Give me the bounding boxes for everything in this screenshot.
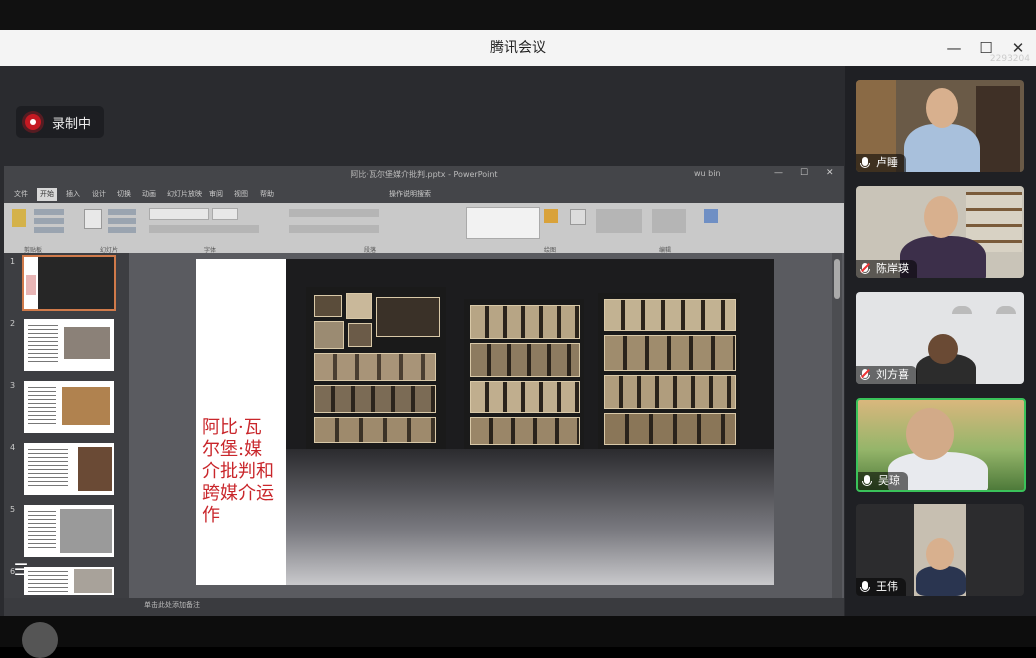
ppt-maximize-button[interactable]: ☐: [800, 168, 808, 178]
slide-number: 1: [10, 257, 16, 266]
ppt-user-name: wu bin: [694, 169, 721, 178]
participants-panel: 2293204 卢睡 陈岸瑛 刘方喜 吴琼 王伟: [845, 54, 1036, 616]
slide-number: 2: [10, 319, 16, 328]
participant-name: 陈岸瑛: [856, 260, 917, 278]
slide-thumbnail-5[interactable]: [24, 505, 114, 557]
ppt-minimize-button[interactable]: —: [774, 168, 783, 178]
floating-control-button[interactable]: [22, 622, 58, 658]
mic-icon[interactable]: [860, 581, 870, 592]
slide-thumbnail-6[interactable]: [24, 567, 114, 595]
tab-home[interactable]: 开始: [37, 188, 57, 201]
mic-muted-icon[interactable]: [860, 369, 870, 380]
slide-number: 3: [10, 381, 16, 390]
exhibition-photo: [286, 259, 774, 585]
copy-icon[interactable]: [34, 218, 64, 224]
top-black-bar: [0, 0, 1036, 30]
recording-label: 录制中: [52, 117, 92, 132]
tab-file[interactable]: 文件: [14, 189, 28, 199]
save-to-cloud-icon[interactable]: [704, 209, 718, 223]
mic-icon[interactable]: [860, 157, 870, 168]
title-bar: 腾讯会议 — ☐ ✕: [0, 30, 1036, 67]
tell-me-search[interactable]: 操作说明搜索: [389, 189, 431, 199]
paste-icon[interactable]: [12, 209, 26, 227]
slide-thumbnail-1[interactable]: [22, 255, 116, 311]
editing-buttons[interactable]: [652, 209, 686, 233]
section-icon[interactable]: [108, 227, 136, 233]
session-id: 2293204: [989, 54, 1030, 64]
record-icon: [25, 114, 41, 130]
participant-tile-5[interactable]: 王伟: [856, 504, 1024, 596]
participant-tile-1[interactable]: 卢睡: [856, 80, 1024, 172]
tab-slideshow[interactable]: 幻灯片放映: [167, 189, 202, 199]
participant-tile-3[interactable]: 刘方喜: [856, 292, 1024, 384]
cut-icon[interactable]: [34, 209, 64, 215]
shared-screen-area: 录制中 阿比·瓦尔堡媒介批判.pptx - PowerPoint wu bin …: [0, 66, 845, 616]
app-title: 腾讯会议: [490, 40, 546, 56]
font-format-buttons[interactable]: [149, 225, 259, 233]
shapes-gallery[interactable]: [466, 207, 540, 239]
photo-panel-left: [306, 287, 446, 449]
format-painter-icon[interactable]: [34, 227, 64, 233]
tab-view[interactable]: 视图: [234, 189, 248, 199]
participant-name: 王伟: [856, 578, 906, 596]
font-name-select[interactable]: [149, 208, 209, 220]
scrollbar-thumb[interactable]: [834, 259, 840, 299]
ppt-notes-bar: 单击此处添加备注: [4, 598, 844, 616]
layout-icon[interactable]: [108, 209, 136, 215]
mic-muted-icon[interactable]: [860, 263, 870, 274]
new-slide-icon[interactable]: [84, 209, 102, 229]
photo-panel-right: [598, 293, 740, 449]
powerpoint-window: 阿比·瓦尔堡媒介批判.pptx - PowerPoint wu bin — ☐ …: [4, 166, 844, 616]
minimize-button[interactable]: —: [940, 34, 968, 62]
tab-transitions[interactable]: 切换: [117, 189, 131, 199]
tab-review[interactable]: 审阅: [209, 189, 223, 199]
reset-icon[interactable]: [108, 218, 136, 224]
participant-name: 吴琼: [858, 472, 908, 490]
slide-number: 5: [10, 505, 16, 514]
participant-name: 卢睡: [856, 154, 906, 172]
ppt-ribbon-tabs: 文件 开始 插入 设计 切换 动画 幻灯片放映 审阅 视图 帮助 操作说明搜索: [4, 186, 844, 203]
arrange-icon[interactable]: [544, 209, 558, 223]
recording-indicator[interactable]: 录制中: [16, 106, 104, 138]
slide-thumbnail-3[interactable]: [24, 381, 114, 433]
slide-title: 阿比·瓦尔堡:媒介批判和跨媒介运作: [202, 417, 274, 526]
font-size-select[interactable]: [212, 208, 238, 220]
slide-thumbnails-pane: 1 2 3 4 5 6: [4, 253, 129, 598]
participant-tile-4-active-speaker[interactable]: 吴琼: [856, 398, 1026, 492]
tab-animations[interactable]: 动画: [142, 189, 156, 199]
quick-styles-icon[interactable]: [570, 209, 586, 225]
paragraph-buttons[interactable]: [289, 209, 379, 217]
participant-tile-2[interactable]: 陈岸瑛: [856, 186, 1024, 278]
mic-icon[interactable]: [862, 475, 872, 486]
ppt-ribbon: 剪贴板 幻灯片 字体 段落 绘图 编辑: [4, 203, 844, 254]
slide-number: 4: [10, 443, 16, 452]
alignment-buttons[interactable]: [289, 225, 379, 233]
notes-placeholder[interactable]: 单击此处添加备注: [144, 600, 200, 610]
bottom-bar: [0, 616, 1036, 658]
current-slide[interactable]: 阿比·瓦尔堡:媒介批判和跨媒介运作: [196, 259, 774, 585]
ppt-editor: 1 2 3 4 5 6 阿比·瓦尔堡:媒介批判和跨媒介运作: [4, 253, 844, 598]
shape-format-buttons[interactable]: [596, 209, 642, 233]
tab-insert[interactable]: 插入: [66, 189, 80, 199]
ppt-title-bar: 阿比·瓦尔堡媒介批判.pptx - PowerPoint wu bin — ☐ …: [4, 166, 844, 186]
photo-panel-center: [464, 299, 584, 449]
tab-design[interactable]: 设计: [92, 189, 106, 199]
slide-scrollbar[interactable]: [832, 253, 842, 598]
slide-thumbnail-2[interactable]: [24, 319, 114, 371]
list-icon[interactable]: ☰: [8, 557, 34, 583]
slide-thumbnail-4[interactable]: [24, 443, 114, 495]
participant-name: 刘方喜: [856, 366, 917, 384]
ppt-close-button[interactable]: ✕: [826, 168, 834, 178]
tab-help[interactable]: 帮助: [260, 189, 274, 199]
